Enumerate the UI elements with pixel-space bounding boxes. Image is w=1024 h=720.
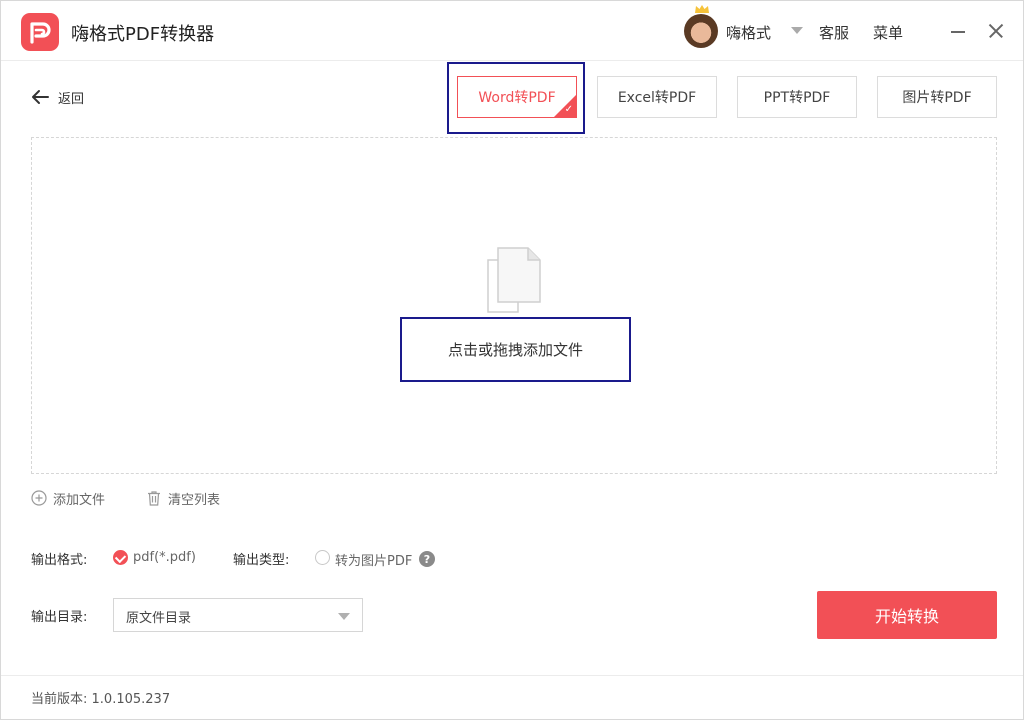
- version-label: 当前版本:: [31, 692, 88, 707]
- image-pdf-option-label[interactable]: 转为图片PDF: [335, 550, 412, 569]
- tab-label: Excel转PDF: [617, 90, 697, 106]
- tab-label: 图片转PDF: [902, 90, 972, 106]
- app-window: 嗨格式PDF转换器 嗨格式 客服 菜单 返回 Word转PDF ✓ Excel转…: [0, 0, 1024, 720]
- output-dir-select[interactable]: 原文件目录: [113, 598, 363, 632]
- back-label: 返回: [58, 91, 85, 107]
- tab-word-to-pdf[interactable]: Word转PDF ✓: [457, 76, 577, 118]
- app-title: 嗨格式PDF转换器: [71, 24, 215, 45]
- tab-label: Word转PDF: [478, 90, 556, 106]
- back-button[interactable]: 返回: [31, 87, 84, 107]
- start-convert-button[interactable]: 开始转换: [817, 591, 997, 639]
- minimize-button[interactable]: [948, 21, 968, 41]
- output-type-label: 输出类型:: [233, 553, 290, 568]
- clear-list-button[interactable]: 清空列表: [146, 489, 221, 508]
- tab-image-to-pdf[interactable]: 图片转PDF: [877, 76, 997, 118]
- add-file-label: 添加文件: [53, 492, 106, 508]
- tab-label: PPT转PDF: [763, 90, 831, 106]
- version-info: 当前版本: 1.0.105.237: [31, 688, 170, 707]
- clear-list-label: 清空列表: [168, 492, 221, 508]
- menu-link[interactable]: 菜单: [873, 22, 903, 43]
- format-pdf-value[interactable]: pdf(*.pdf): [133, 550, 196, 565]
- chevron-down-icon: [338, 613, 350, 620]
- vip-crown-icon: [695, 5, 709, 13]
- output-format-label: 输出格式:: [31, 553, 88, 568]
- add-file-button[interactable]: 添加文件: [31, 489, 106, 508]
- footer-divider: [1, 675, 1023, 676]
- arrow-left-icon: [32, 90, 49, 104]
- image-pdf-radio[interactable]: [315, 550, 330, 565]
- user-dropdown-caret-icon[interactable]: [791, 27, 803, 34]
- user-avatar[interactable]: [684, 14, 718, 48]
- close-button[interactable]: [986, 21, 1006, 41]
- format-pdf-radio[interactable]: [113, 550, 128, 565]
- file-copy-icon[interactable]: [485, 246, 543, 314]
- plus-circle-icon: [31, 490, 47, 506]
- tab-ppt-to-pdf[interactable]: PPT转PDF: [737, 76, 857, 118]
- output-dir-label: 输出目录:: [31, 610, 88, 625]
- user-name[interactable]: 嗨格式: [726, 22, 771, 43]
- pdf-logo-icon: [21, 13, 59, 51]
- version-number: 1.0.105.237: [91, 692, 171, 707]
- help-icon[interactable]: ?: [419, 551, 435, 567]
- title-bar: 嗨格式PDF转换器 嗨格式 客服 菜单: [1, 1, 1023, 61]
- check-icon: ✓: [564, 104, 573, 115]
- tab-excel-to-pdf[interactable]: Excel转PDF: [597, 76, 717, 118]
- trash-icon: [148, 491, 160, 506]
- support-link[interactable]: 客服: [819, 22, 849, 43]
- drop-zone-label[interactable]: 点击或拖拽添加文件: [402, 319, 629, 380]
- output-dir-value: 原文件目录: [126, 611, 192, 626]
